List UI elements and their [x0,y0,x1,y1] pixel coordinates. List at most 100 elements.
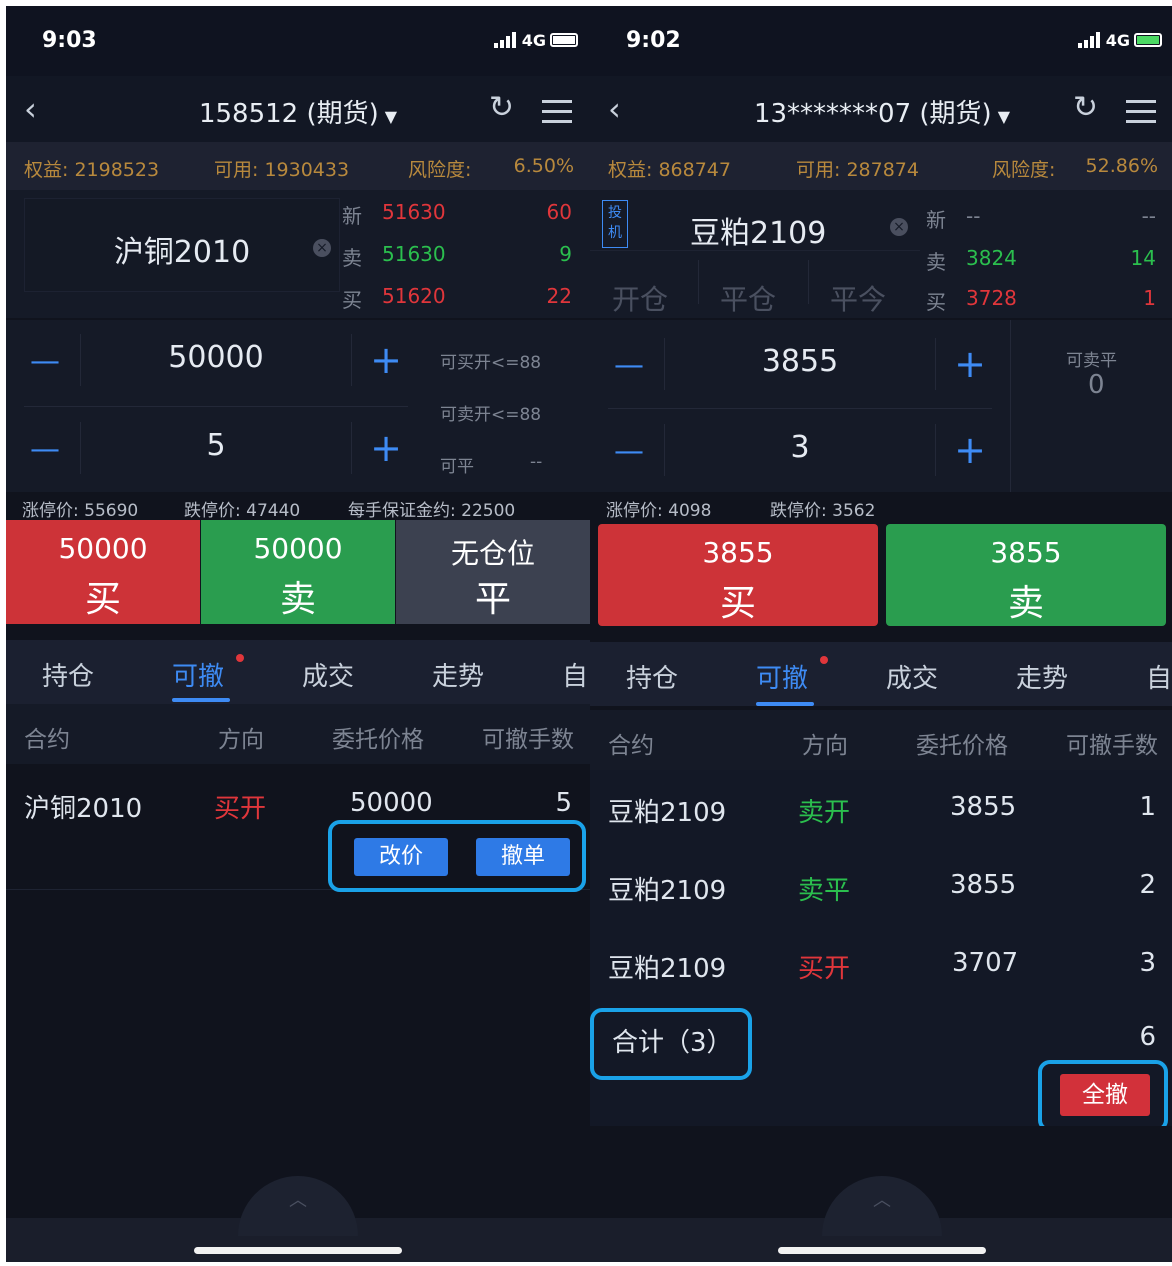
price-limits: 涨停价: 55690 跌停价: 47440 每手保证金约: 22500 [6,492,590,521]
qty-plus-button[interactable]: + [954,428,986,472]
caret-down-icon: ▼ [997,107,1011,126]
sell-button[interactable]: 50000 卖 [201,520,395,624]
upper-limit: 涨停价: 55690 [22,501,139,521]
signal-icon [1078,32,1104,48]
chevron-up-icon: ︿ [289,1190,307,1211]
can-close-label: 可平 [440,457,474,477]
available: 可用: 287874 [796,159,919,181]
menu-icon[interactable] [1126,100,1156,124]
price-input[interactable]: 3855 [668,344,932,379]
mode-tab-open[interactable]: 开仓 [612,278,668,318]
account-summary: 权益: 2198523 可用: 1930433 风险度: 6.50% [6,142,590,190]
notification-dot [820,656,828,664]
status-bar: 9:02 4G [590,6,1172,76]
can-sell-open: 可卖开<=88 [440,405,542,425]
can-sell-close-label: 可卖平 [1066,351,1117,371]
qty-minus-button[interactable]: — [614,434,644,469]
signal-icon [494,32,520,48]
price-minus-button[interactable]: — [30,344,60,379]
status-time: 9:03 [42,28,97,53]
instrument-name: 沪铜2010 [113,235,251,270]
buy-button[interactable]: 3855 买 [598,524,878,626]
tab-cancelable[interactable]: 可撤 [172,656,224,693]
quantity-stepper: — 5 + [24,408,408,488]
upper-limit: 涨停价: 4098 [606,501,712,521]
tab-cancelable[interactable]: 可撤 [756,658,808,695]
home-indicator [194,1247,402,1254]
tab-positions[interactable]: 持仓 [626,658,678,695]
order-input-area: — 50000 + — 5 + 可买开<=88 可卖开<=88 可平 -- [6,320,590,492]
table-row[interactable]: 豆粕2109 卖平 3855 2 [590,848,1172,926]
pull-up-handle[interactable]: ︿ [238,1176,358,1236]
can-close-value: -- [530,452,543,472]
available: 可用: 1930433 [214,159,350,181]
home-indicator [778,1247,986,1254]
risk-value: 6.50% [513,155,574,177]
tab-trend[interactable]: 走势 [432,656,484,693]
nav-bar: ‹ 13*******07 (期货) ▼ ↻ [590,76,1172,142]
table-row[interactable]: 豆粕2109 买开 3707 3 [590,926,1172,1004]
qty-input[interactable]: 3 [668,430,932,465]
cancel-order-button[interactable]: 撤单 [476,838,570,876]
risk-label: 风险度: [992,159,1056,181]
tab-trades[interactable]: 成交 [302,656,354,693]
tab-trades[interactable]: 成交 [886,658,938,695]
tab-custom[interactable]: 自 [562,656,588,693]
instrument-field[interactable]: 沪铜2010 × [24,198,340,292]
equity: 权益: 868747 [608,159,731,181]
account-title: 158512 (期货) [198,99,379,129]
can-buy-open: 可买开<=88 [440,353,542,373]
clear-icon[interactable]: × [313,239,331,257]
bottom-area: ︿ [6,1126,590,1262]
margin-per-lot: 每手保证金约: 22500 [348,501,516,521]
status-time: 9:02 [626,28,681,53]
price-plus-button[interactable]: + [370,338,402,382]
instrument-name[interactable]: 豆粕2109 [690,208,826,252]
price-input[interactable]: 50000 [84,340,348,375]
total-qty: 6 [1139,1022,1156,1052]
menu-icon[interactable] [542,100,572,124]
equity: 权益: 2198523 [24,159,160,181]
table-header: 合约 方向 委托价格 可撤手数 [590,710,1172,770]
mode-tab-close-today[interactable]: 平今 [830,278,886,318]
risk-value: 52.86% [1085,155,1158,177]
price-stepper: — 50000 + [24,320,408,400]
order-input-area: — 3855 + — 3 + 可卖平 0 [590,320,1172,492]
battery-icon [550,33,578,47]
right-screen: 9:02 4G ‹ 13*******07 (期货) ▼ ↻ 权益: 868747… [590,6,1172,1262]
network-label: 4G [1105,31,1130,50]
account-title: 13*******07 (期货) [753,99,992,129]
status-bar: 9:03 4G [6,6,590,76]
tab-positions[interactable]: 持仓 [42,656,94,693]
close-position-button[interactable]: 无仓位 平 [396,520,590,624]
left-screen: 9:03 4G ‹ 158512 (期货) ▼ ↻ 权益: 2198523 可用:… [6,6,590,1262]
mode-tab-close[interactable]: 平仓 [720,278,776,318]
buy-button[interactable]: 50000 买 [6,520,200,624]
account-summary: 权益: 868747 可用: 287874 风险度: 52.86% [590,142,1172,190]
highlight-box [590,1008,752,1080]
qty-input[interactable]: 5 [84,428,348,463]
qty-minus-button[interactable]: — [30,432,60,467]
table-header: 合约 方向 委托价格 可撤手数 [6,704,590,764]
sell-button[interactable]: 3855 卖 [886,524,1166,626]
price-limits: 涨停价: 4098 跌停价: 3562 [590,492,1172,521]
tab-custom[interactable]: 自 [1146,658,1172,695]
qty-plus-button[interactable]: + [370,426,402,470]
battery-charging-icon [1134,33,1162,47]
price-plus-button[interactable]: + [954,342,986,386]
lower-limit: 跌停价: 3562 [770,501,876,521]
tab-trend[interactable]: 走势 [1016,658,1068,695]
network-label: 4G [521,31,546,50]
table-row[interactable]: 豆粕2109 卖开 3855 1 [590,770,1172,848]
quote-panel: 沪铜2010 × 新 51630 60 卖 51630 9 买 51620 22 [6,190,590,318]
price-minus-button[interactable]: — [614,348,644,383]
clear-icon[interactable]: × [890,218,908,236]
refresh-icon[interactable]: ↻ [489,90,514,125]
refresh-icon[interactable]: ↻ [1073,90,1098,125]
quote-panel: 投机 豆粕2109 × 开仓 平仓 平今 新 -- -- 卖 3824 14 买… [590,190,1172,318]
pull-up-handle[interactable]: ︿ [822,1176,942,1236]
quantity-stepper: — 3 + [608,410,992,490]
cancel-all-button[interactable]: 全撤 [1060,1074,1150,1116]
lower-limit: 跌停价: 47440 [184,501,301,521]
modify-price-button[interactable]: 改价 [354,838,448,876]
